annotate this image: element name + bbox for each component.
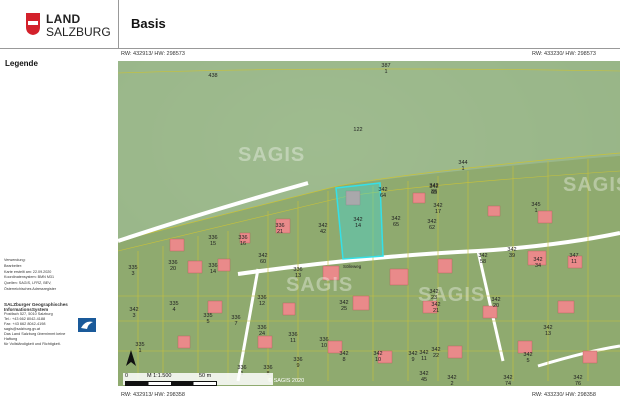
land-salzburg-logo: LAND SALZBURG <box>8 8 116 48</box>
legend-title: Legende <box>5 59 38 68</box>
header: Basis <box>118 0 620 49</box>
north-arrow-icon <box>126 350 136 366</box>
coat-of-arms-icon <box>26 13 40 35</box>
scale-start: 0 <box>125 373 129 379</box>
parcel-label: 438 <box>208 73 217 79</box>
scale-end: 50 m <box>199 373 212 379</box>
coord-top-right: RW: 433230/ HW: 298573 <box>532 51 596 57</box>
sagis-logo-icon <box>78 318 96 332</box>
logo-line-2: SALZBURG <box>46 25 111 39</box>
map-sheet: LAND SALZBURG Basis Legende Verwendung: … <box>0 0 620 410</box>
org-line: Das Land Salzburg übernimmt keine Haftun… <box>4 332 66 341</box>
copyright: © SAGIS 2020 <box>268 378 305 384</box>
map-svg[interactable]: SAGIS SAGIS SAGIS SAGIS Sölleweg 4383871… <box>118 61 620 386</box>
organization-info: SALZburger Geographisches InformationsSy… <box>4 302 76 347</box>
scale-ratio: M 1:1.500 <box>147 373 172 379</box>
scale-graduation <box>125 381 217 386</box>
coord-bottom-left: RW: 432913/ HW: 298358 <box>121 392 185 398</box>
org-line: für Vollständigkeit und Richtigkeit. <box>4 342 61 346</box>
road-label: Sölleweg <box>343 264 362 269</box>
map-metadata: Verwendung: Bearbeiter: Karte erstellt a… <box>4 258 114 293</box>
watermark: SAGIS <box>563 174 620 196</box>
watermark: SAGIS <box>238 144 305 166</box>
parcel-label: 122 <box>353 127 362 133</box>
page-title: Basis <box>131 16 166 31</box>
map-canvas[interactable]: SAGIS SAGIS SAGIS SAGIS Sölleweg 4383871… <box>118 61 620 386</box>
coord-top-left: RW: 432913/ HW: 298573 <box>121 51 185 57</box>
watermark: SAGIS <box>418 284 485 306</box>
coord-bottom-right: RW: 433230/ HW: 298358 <box>532 392 596 398</box>
scale-bar: 0 M 1:1.500 50 m <box>123 373 273 386</box>
logo-line-1: LAND <box>46 12 81 26</box>
legend-panel: Legende <box>0 48 118 411</box>
meta-line: Österreichisches Adressregister <box>4 286 57 291</box>
